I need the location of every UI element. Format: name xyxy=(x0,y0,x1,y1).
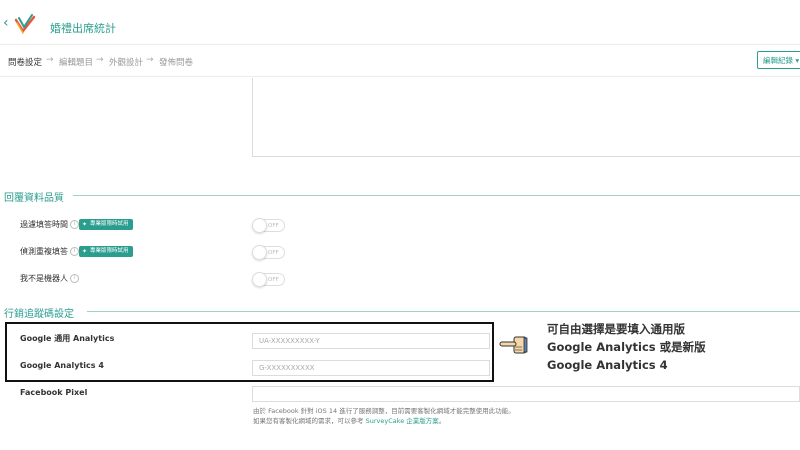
callout-line-1: 可自由選擇是要填入通用版 xyxy=(547,322,685,336)
filter-answer-time-toggle[interactable]: OFF xyxy=(252,218,285,233)
pro-trial-badge: ✦ 專業版限時試用 xyxy=(79,219,133,230)
note-line-1: 由於 Facebook 針對 iOS 14 進行了服務調整，目前需要客製化網域才… xyxy=(253,407,515,415)
back-chevron-icon[interactable]: ‹ xyxy=(3,16,9,30)
surveycake-logo-icon xyxy=(14,14,36,34)
facebook-pixel-note: 由於 Facebook 針對 iOS 14 進行了服務調整，目前需要客製化網域才… xyxy=(253,406,515,426)
pro-trial-badge-text: 專業版限時試用 xyxy=(90,248,129,254)
step-publish[interactable]: 發佈問卷 xyxy=(159,56,193,68)
pro-trial-badge: ✦ 專業版限時試用 xyxy=(79,246,133,257)
pro-trial-badge-text: 專業版限時試用 xyxy=(90,221,129,227)
step-edit-questions[interactable]: 編輯題目 xyxy=(59,56,93,68)
detect-duplicate-text: 偵測重複填答 xyxy=(20,247,68,256)
info-icon[interactable]: i xyxy=(70,247,79,256)
toggle-knob xyxy=(252,272,267,287)
highlight-box xyxy=(5,322,494,382)
step-arrow: → xyxy=(46,55,54,65)
step-navigation: 問卷設定 → 編輯題目 → 外觀設計 → 發佈問卷 編輯紀錄 ▾ xyxy=(0,46,800,77)
filter-answer-time-label: 過濾填答時間 i xyxy=(20,219,79,230)
toggle-state-text: OFF xyxy=(268,277,279,283)
toggle-state-text: OFF xyxy=(268,250,279,256)
filter-answer-time-text: 過濾填答時間 xyxy=(20,220,68,229)
captcha-toggle[interactable]: OFF xyxy=(252,272,285,287)
info-icon[interactable]: i xyxy=(70,220,79,229)
callout-line-3: Google Analytics 4 xyxy=(547,358,668,372)
description-textarea[interactable] xyxy=(252,78,800,157)
step-arrow: → xyxy=(146,55,154,65)
annotation-callout: 可自由選擇是要填入通用版 Google Analytics 或是新版 Googl… xyxy=(547,320,706,374)
facebook-pixel-input[interactable] xyxy=(252,386,800,402)
section-divider xyxy=(87,311,800,312)
step-arrow: → xyxy=(96,55,104,65)
toggle-state-text: OFF xyxy=(268,223,279,229)
info-icon[interactable]: i xyxy=(70,274,79,283)
step-appearance[interactable]: 外觀設計 xyxy=(109,56,143,68)
section-title-response-quality: 回覆資料品質 xyxy=(4,193,64,204)
note-line-2-prefix: 如果您有客製化網域的需求，可以參考 xyxy=(253,417,366,425)
enterprise-plan-link[interactable]: SurveyCake 企業版方案 xyxy=(366,417,439,425)
edit-history-button[interactable]: 編輯紀錄 ▾ xyxy=(757,51,800,69)
pointing-hand-icon xyxy=(499,336,528,354)
section-title-tracking: 行銷追蹤碼設定 xyxy=(4,309,74,320)
survey-title: 婚禮出席統計 xyxy=(50,22,116,35)
toggle-knob xyxy=(252,245,267,260)
captcha-label: 我不是機器人 i xyxy=(20,273,79,284)
step-survey-settings[interactable]: 問卷設定 xyxy=(8,56,42,68)
captcha-text: 我不是機器人 xyxy=(20,274,68,283)
top-header xyxy=(0,0,800,45)
section-divider xyxy=(73,195,800,196)
toggle-knob xyxy=(252,218,267,233)
detect-duplicate-label: 偵測重複填答 i xyxy=(20,246,79,257)
sparkle-icon: ✦ xyxy=(82,248,88,255)
note-line-2: 如果您有客製化網域的需求，可以參考 SurveyCake 企業版方案。 xyxy=(253,416,515,426)
note-line-2-suffix: 。 xyxy=(438,417,446,425)
sparkle-icon: ✦ xyxy=(82,221,88,228)
callout-line-2: Google Analytics 或是新版 xyxy=(547,340,706,354)
facebook-pixel-label: Facebook Pixel xyxy=(20,388,88,397)
detect-duplicate-toggle[interactable]: OFF xyxy=(252,245,285,260)
